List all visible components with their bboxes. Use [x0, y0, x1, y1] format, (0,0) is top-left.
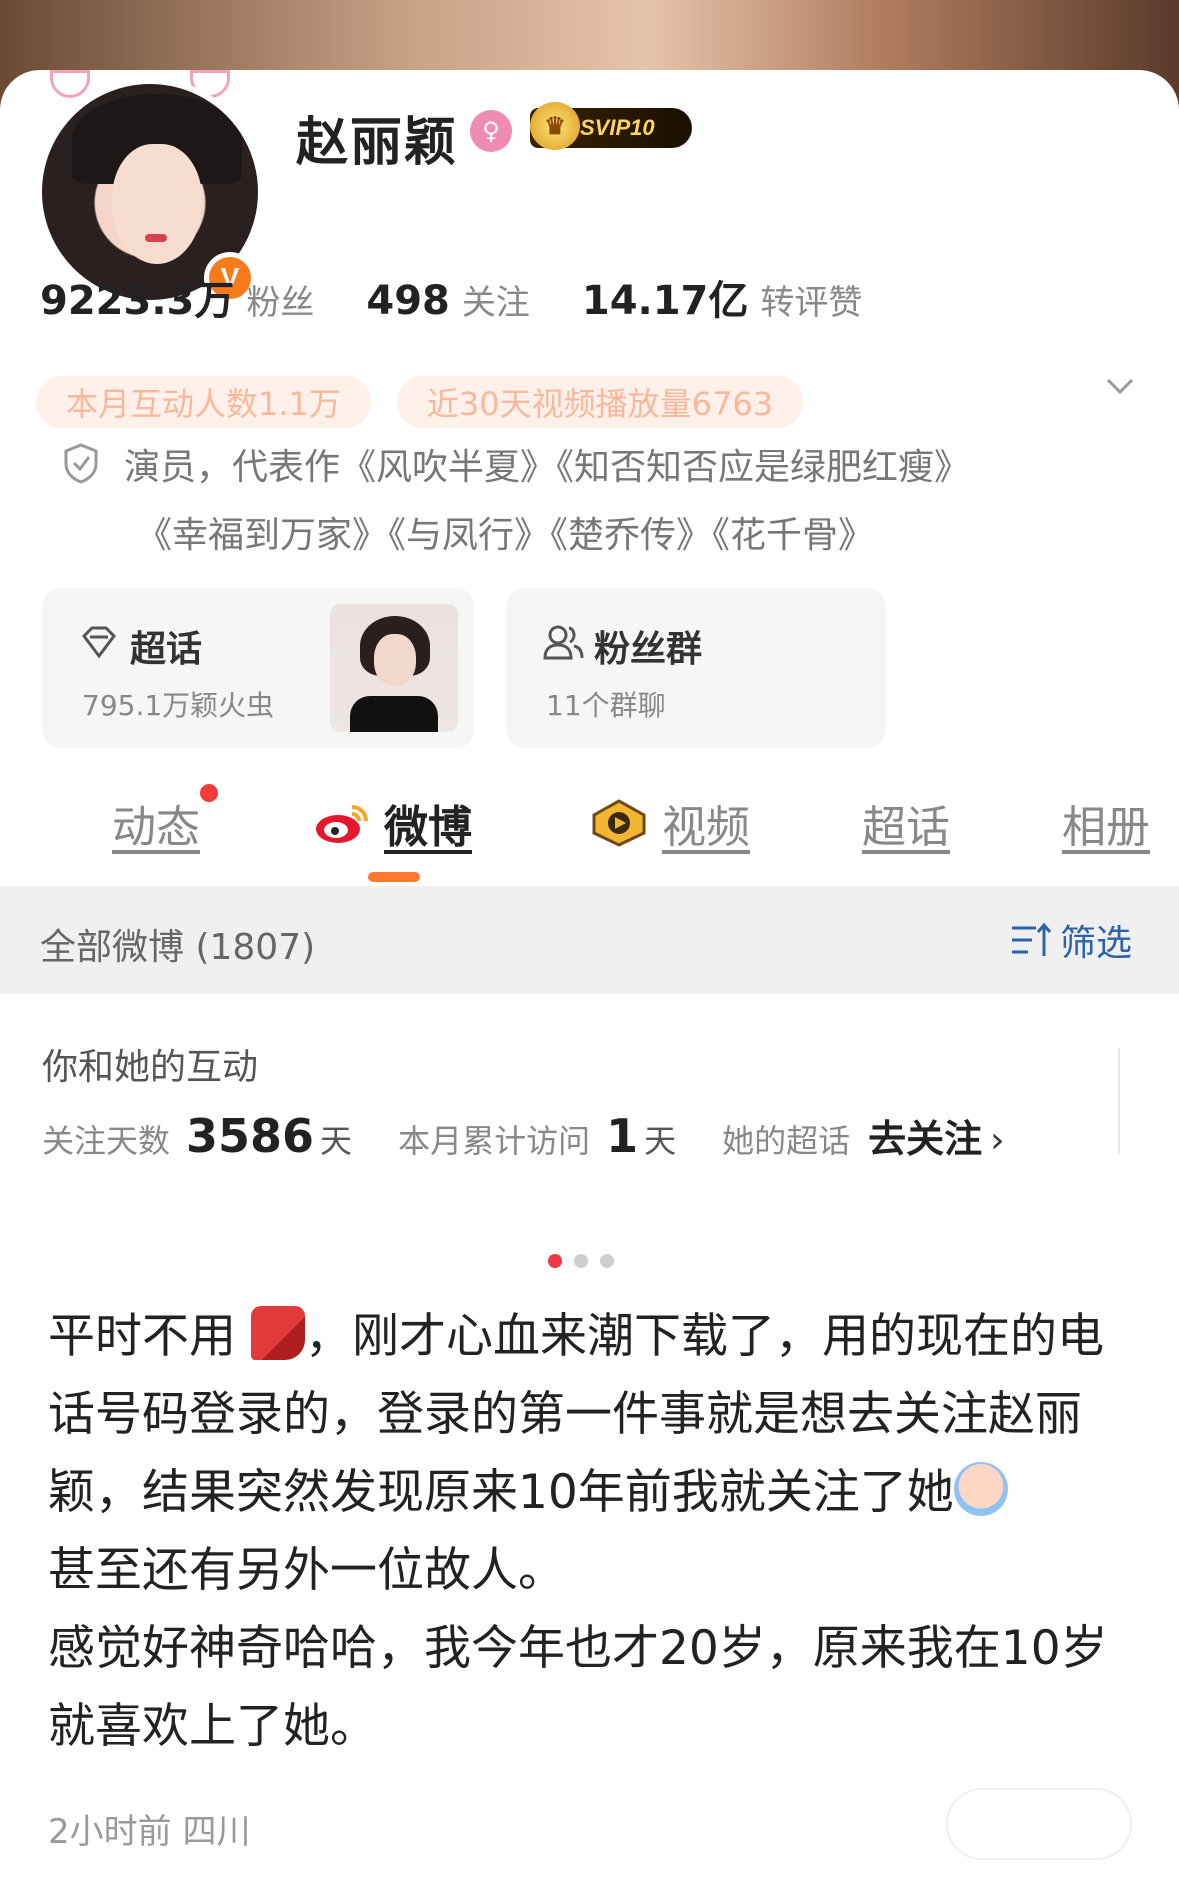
video-icon	[592, 799, 646, 847]
super-topic-photo	[330, 604, 458, 732]
weibo-icon	[316, 805, 368, 843]
super-topic-card[interactable]: 超话 795.1万颖火虫	[42, 588, 474, 748]
chip-video-plays[interactable]: 近30天视频播放量6763	[396, 376, 804, 428]
tab-active-indicator	[368, 872, 420, 882]
avatar-face	[112, 144, 202, 264]
tab-notification-dot	[200, 784, 218, 802]
shield-icon	[64, 443, 98, 484]
chevron-down-icon[interactable]	[1104, 370, 1136, 402]
tab-weibo[interactable]: 微博	[314, 788, 472, 858]
tab-album[interactable]: 相册	[1062, 788, 1150, 858]
post-text-part1: 平时不用	[48, 1309, 236, 1364]
tab-video[interactable]: 视频	[590, 788, 750, 858]
super-topic-subtitle: 795.1万颖火虫	[82, 689, 275, 722]
chevron-right-icon[interactable]: ›	[990, 1120, 1004, 1161]
tab-dynamics-label: 动态	[112, 802, 200, 853]
chip-monthly-interactions[interactable]: 本月互动人数1.1万	[36, 376, 371, 428]
svip-label: SVIP10	[580, 115, 655, 140]
likes-label[interactable]: 转评赞	[760, 275, 862, 324]
following-count[interactable]: 498	[366, 278, 450, 324]
follow-days-unit: 天	[320, 1122, 353, 1160]
monthly-visits-value: 1	[606, 1109, 639, 1163]
interaction-title: 你和她的互动	[42, 1047, 259, 1088]
super-topic-icon	[82, 626, 116, 659]
carousel-dot-2[interactable]	[574, 1254, 588, 1268]
monthly-visits-label: 本月累计访问	[398, 1122, 591, 1160]
stats-row: 9223.3万 粉丝 498 关注 14.17亿 转评赞	[40, 268, 914, 326]
filter-button[interactable]: 筛选	[1010, 914, 1132, 966]
tab-super-topic[interactable]: 超话	[862, 788, 950, 858]
fan-group-icon	[543, 625, 584, 660]
monthly-visits-unit: 天	[644, 1122, 677, 1160]
fan-group-title: 粉丝群	[594, 629, 703, 670]
carousel-dot-1[interactable]	[548, 1254, 562, 1268]
carousel-dots	[548, 1254, 614, 1268]
avatar-lip	[145, 234, 167, 242]
likes-count[interactable]: 14.17亿	[582, 268, 749, 326]
post-meta: 2小时前 四川	[48, 1812, 251, 1852]
gender-female-icon: ♀	[470, 110, 512, 152]
tab-video-label: 视频	[662, 802, 750, 853]
filter-label: 筛选	[1060, 923, 1133, 964]
go-follow-link[interactable]: 去关注	[868, 1108, 982, 1163]
filter-icon	[1012, 922, 1052, 956]
post-text: 平时不用 ，刚才心血来潮下载了，用的现在的电话号码登录的，登录的第一件事就是想去…	[48, 1298, 1138, 1766]
follow-days-value: 3586	[186, 1109, 315, 1163]
post-action-pill[interactable]	[946, 1788, 1132, 1860]
profile-tabs: 动态 微博 视频 超话 相册	[0, 784, 1179, 882]
crying-emoji-icon	[953, 1462, 1008, 1516]
followers-label[interactable]: 粉丝	[246, 275, 314, 324]
scarf-emoji-icon	[250, 1306, 305, 1360]
ear-left	[50, 70, 90, 98]
tab-dynamics[interactable]: 动态	[112, 788, 200, 858]
photo-face	[374, 634, 416, 686]
interaction-divider	[1118, 1048, 1120, 1154]
tab-album-label: 相册	[1062, 802, 1150, 853]
stat-chips: 本月互动人数1.1万 近30天视频播放量6763	[36, 376, 804, 428]
filter-bar: 全部微博 (1807) 筛选	[0, 886, 1179, 994]
bio-line-1: 演员，代表作《风吹半夏》《知否知否应是绿肥红瘦》	[124, 447, 971, 488]
tab-super-topic-label: 超话	[862, 802, 950, 853]
profile-name: 赵丽颖	[296, 113, 459, 173]
crown-icon: ♛	[530, 102, 580, 150]
her-super-topic-label: 她的超话	[722, 1122, 851, 1160]
followers-count[interactable]: 9223.3万	[40, 268, 234, 326]
follow-days-label: 关注天数	[42, 1122, 171, 1160]
tab-weibo-label: 微博	[384, 802, 472, 853]
fan-group-card[interactable]: 粉丝群 11个群聊	[506, 588, 886, 748]
interaction-row: 关注天数 3586 天 本月累计访问 1 天 她的超话 去关注 ›	[42, 1108, 1005, 1163]
carousel-dot-3[interactable]	[600, 1254, 614, 1268]
fan-group-subtitle: 11个群聊	[546, 689, 666, 722]
svip-badge[interactable]: ♛ SVIP10	[530, 102, 692, 150]
profile-sheet: V 赵丽颖 ♀ ♛ SVIP10 9223.3万 粉丝 498 关注 14.17…	[0, 70, 1179, 1895]
bio-line-2: 《幸福到万家》《与凤行》《楚乔传》《花千骨》	[136, 515, 875, 556]
post-text-part3: 甚至还有另外一位故人。 感觉好神奇哈哈，我今年也才20岁，原来我在10岁就喜欢上…	[48, 1543, 1108, 1754]
following-label[interactable]: 关注	[462, 275, 530, 324]
all-weibo-label[interactable]: 全部微博 (1807)	[40, 918, 315, 970]
photo-dress	[350, 696, 438, 732]
super-topic-title: 超话	[130, 629, 203, 670]
